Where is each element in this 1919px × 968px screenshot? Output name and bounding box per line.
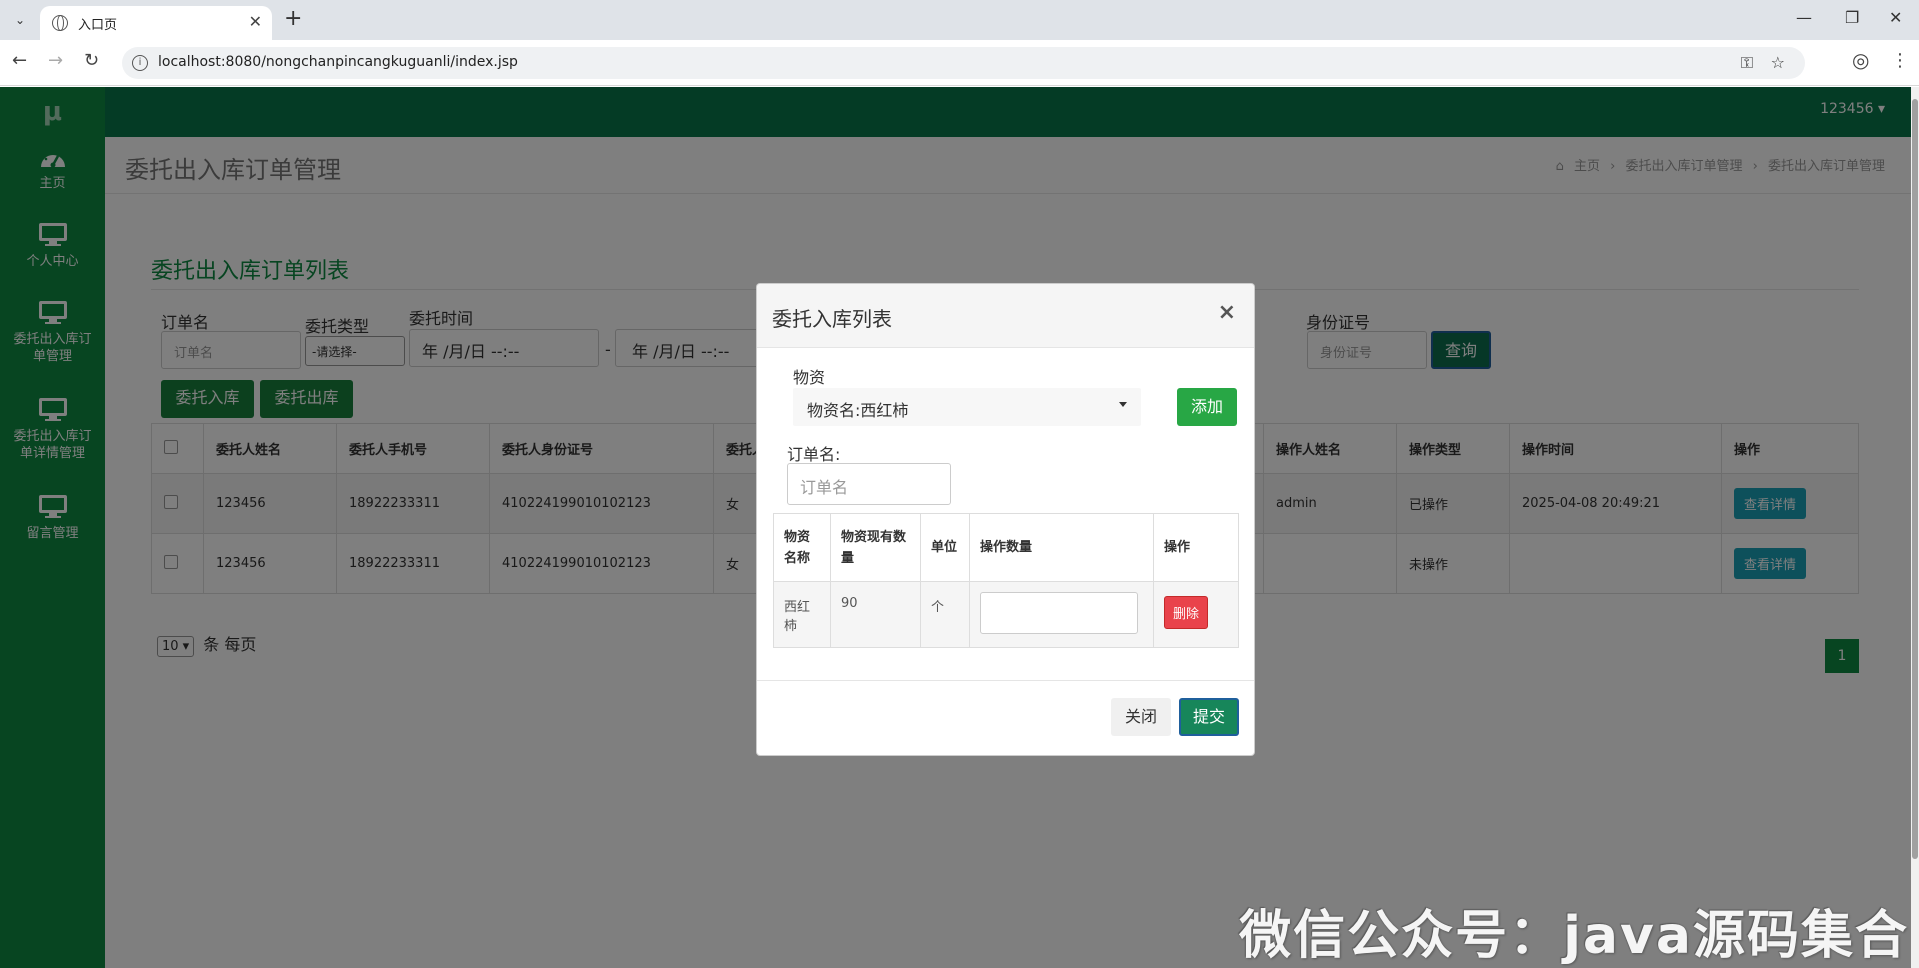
watermark: 微信公众号：java源码集合: [1239, 906, 1909, 966]
window-close-icon[interactable]: ✕: [1889, 8, 1902, 27]
browser-menu-icon[interactable]: ⋮: [1891, 50, 1909, 71]
add-material-button[interactable]: 添加: [1177, 388, 1237, 426]
cell-material-qty: 90: [830, 581, 921, 648]
browser-toolbar: ← → ↻ i localhost:8080/nongchanpincangku…: [0, 40, 1919, 86]
modal-header: 委托入库列表 ×: [757, 284, 1254, 348]
page-scrollbar[interactable]: [1911, 87, 1919, 968]
delete-button[interactable]: 删除: [1164, 596, 1209, 629]
modal-footer-divider: [757, 680, 1254, 681]
tab-title: 入口页: [78, 18, 118, 33]
table-row: 西红柿 90 个 删除: [773, 581, 1239, 648]
password-key-icon[interactable]: ⚿: [1741, 53, 1753, 73]
operation-quantity-input[interactable]: [980, 592, 1138, 634]
cell-material-name: 西红柿: [773, 581, 831, 648]
url-text[interactable]: localhost:8080/nongchanpincangkuguanli/i…: [158, 54, 518, 70]
cell-material-unit: 个: [920, 581, 970, 648]
material-select-value: 物资名:西红柿: [807, 401, 909, 420]
material-table: 物资名称 物资现有数量 单位 操作数量 操作 西红柿 90 个 删除: [773, 513, 1239, 648]
column-header: 物资名称: [773, 513, 831, 582]
scrollbar-thumb[interactable]: [1912, 99, 1918, 859]
modal-close-icon[interactable]: ×: [1218, 300, 1236, 325]
forward-icon[interactable]: →: [48, 50, 63, 71]
tab-search-menu-icon[interactable]: ⌄: [8, 8, 32, 32]
browser-tabbar: ⌄ 入口页 ✕ + — ❐ ✕: [0, 0, 1919, 40]
modal-submit-button[interactable]: 提交: [1179, 698, 1239, 736]
site-info-icon[interactable]: i: [132, 55, 148, 71]
cell-op-qty: [969, 581, 1154, 648]
modal-order-label: 订单名:: [787, 445, 841, 464]
column-header: 单位: [920, 513, 970, 582]
browser-tab[interactable]: 入口页 ✕: [40, 6, 272, 40]
tab-close-icon[interactable]: ✕: [249, 12, 262, 31]
material-label: 物资: [793, 368, 826, 387]
address-bar[interactable]: i localhost:8080/nongchanpincangkuguanli…: [122, 47, 1805, 79]
restore-icon[interactable]: ❐: [1845, 8, 1859, 27]
new-tab-icon[interactable]: +: [284, 6, 302, 31]
globe-icon: [52, 15, 68, 31]
bookmark-star-icon[interactable]: ☆: [1771, 53, 1785, 72]
modal-order-input[interactable]: 订单名: [787, 463, 951, 505]
column-header: 操作数量: [969, 513, 1154, 582]
back-icon[interactable]: ←: [12, 50, 27, 71]
minimize-icon[interactable]: —: [1796, 8, 1812, 27]
table-header-row: 物资名称 物资现有数量 单位 操作数量 操作: [773, 513, 1239, 582]
caret-down-icon: [1119, 402, 1127, 407]
material-select[interactable]: 物资名:西红柿: [793, 388, 1141, 426]
profile-icon[interactable]: ◎: [1852, 48, 1869, 72]
column-header: 物资现有数量: [830, 513, 921, 582]
cell-op: 删除: [1153, 581, 1239, 648]
modal-close-button[interactable]: 关闭: [1111, 698, 1171, 736]
reload-icon[interactable]: ↻: [84, 50, 99, 71]
modal-title: 委托入库列表: [772, 307, 892, 331]
entrust-in-modal: 委托入库列表 × 物资 物资名:西红柿 添加 订单名: 订单名 物资名称 物资现…: [756, 283, 1255, 756]
column-header: 操作: [1153, 513, 1239, 582]
